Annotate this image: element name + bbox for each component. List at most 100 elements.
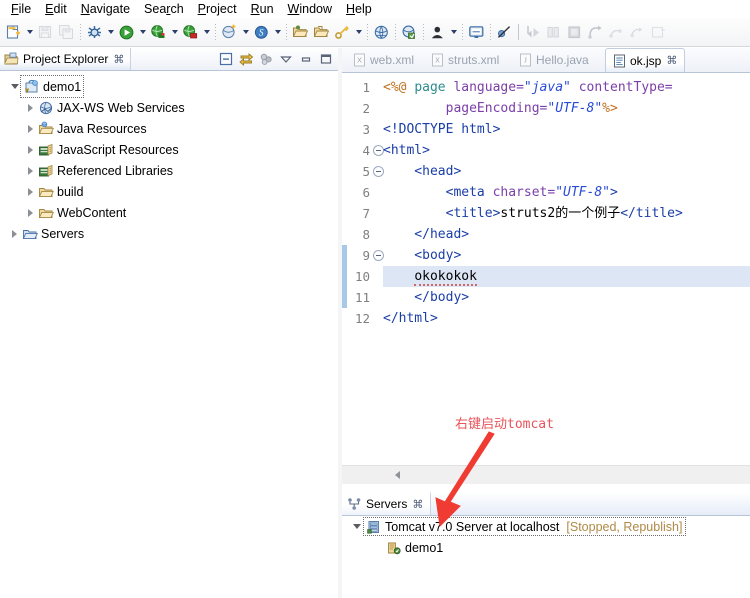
expand-arrow-right-icon[interactable] (24, 118, 37, 139)
view-menu-button[interactable] (256, 49, 276, 69)
tab-project-explorer[interactable]: Project Explorer ⌘ (0, 48, 132, 70)
code-line[interactable]: </html> (383, 308, 750, 329)
skip-breakpoints-button[interactable] (494, 21, 515, 44)
code-token: struts2的一个例子 (500, 206, 621, 221)
close-icon[interactable]: ⌘ (113, 53, 124, 66)
server-node-content: demo1 (385, 537, 443, 558)
server-status-badge: [Stopped, Republish] (566, 519, 683, 534)
expand-arrow-right-icon[interactable] (24, 160, 37, 181)
editor-tab-web-xml[interactable]: Xweb.xml (346, 48, 424, 72)
server-row-demo1[interactable]: demo1 (342, 537, 750, 558)
open-type-button[interactable] (290, 21, 311, 44)
expand-arrow-right-icon[interactable] (24, 139, 37, 160)
code-line[interactable]: <meta charset="UTF-8"> (383, 182, 750, 203)
new-key-dropdown-arrow-icon[interactable] (353, 21, 364, 44)
expand-arrow-down-icon[interactable] (350, 516, 363, 537)
code-token: "java" (523, 80, 571, 95)
new-java-class-dropdown-arrow-icon[interactable] (240, 21, 251, 44)
menu-edit[interactable]: Edit (38, 0, 74, 18)
separator-3 (283, 21, 290, 44)
link-with-editor-button[interactable] (236, 49, 256, 69)
run-external-tools-button[interactable] (148, 21, 169, 44)
code-line[interactable]: <%@ page language="java" contentType= (383, 77, 750, 98)
tree-item-javascript-resources[interactable]: JavaScript Resources (0, 139, 338, 160)
new-wizard-button[interactable] (3, 21, 24, 44)
run-dropdown-arrow-icon[interactable] (137, 21, 148, 44)
tree-item-java-resources[interactable]: Java Resources (0, 118, 338, 139)
expand-arrow-right-icon[interactable] (24, 181, 37, 202)
expand-arrow-right-icon[interactable] (24, 97, 37, 118)
new-key-button[interactable] (332, 21, 353, 44)
menu-run[interactable]: Run (244, 0, 281, 18)
editor-tab-label: struts.xml (448, 53, 500, 67)
menu-search[interactable]: Search (137, 0, 191, 18)
step-return-button (585, 21, 606, 44)
search-button[interactable] (399, 21, 420, 44)
maximize-button[interactable] (316, 49, 336, 69)
globe-icon (373, 24, 390, 41)
line-number: 6 (362, 185, 370, 200)
menu-help[interactable]: Help (339, 0, 379, 18)
tree-item-jax-ws-web-services[interactable]: JAX-WS Web Services (0, 97, 338, 118)
tree-item-demo1[interactable]: ! demo1 (0, 75, 338, 98)
code-line[interactable]: okokokok (383, 266, 750, 287)
profile-dropdown-arrow-icon[interactable] (201, 21, 212, 44)
node-content: JAX-WS Web Services (37, 97, 185, 118)
tree-item-webcontent[interactable]: WebContent (0, 202, 338, 223)
close-icon[interactable]: ⌘ (666, 54, 677, 67)
editor-tab-hello-java[interactable]: J Hello.java (512, 48, 605, 72)
code-line[interactable]: <body> (383, 245, 750, 266)
project-explorer-panel: Project Explorer ⌘ ! demo1 JAX-WS Web Se… (0, 48, 338, 598)
console-icon (468, 24, 485, 41)
web-browser-button[interactable] (371, 21, 392, 44)
run-external-tools-dropdown-arrow-icon[interactable] (169, 21, 180, 44)
expand-arrow-right-icon[interactable] (24, 202, 37, 223)
tab-servers[interactable]: Servers ⌘ (342, 492, 432, 515)
menu-navigate[interactable]: Navigate (74, 0, 137, 18)
open-resource-button[interactable] (311, 21, 332, 44)
code-editor[interactable]: 1 2 3 4 5 6 7 8 9 10 11 12 <%@ page language="java"… (342, 73, 750, 465)
code-line[interactable]: </body> (383, 287, 750, 308)
code-line[interactable]: <html> (383, 140, 750, 161)
code-line[interactable]: <title>struts2的一个例子</title> (383, 203, 750, 224)
menu-project[interactable]: Project (191, 0, 244, 18)
editor-tab-ok-jsp[interactable]: ok.jsp ⌘ (605, 48, 685, 72)
code-line[interactable]: <!DOCTYPE html> (383, 119, 750, 140)
debug-dropdown-arrow-icon[interactable] (105, 21, 116, 44)
scroll-left-arrow-icon[interactable] (391, 469, 403, 481)
expand-arrow-right-icon[interactable] (8, 223, 21, 244)
menu-window[interactable]: Window (281, 0, 339, 18)
editor-horizontal-scrollbar[interactable] (342, 465, 750, 484)
user-dropdown-arrow-icon[interactable] (448, 21, 459, 44)
editor-tab-struts-xml[interactable]: Xstruts.xml (424, 48, 512, 72)
run-button[interactable] (116, 21, 137, 44)
jaxws-icon (37, 97, 54, 118)
server-row-tomcat-v7-0-server-at-localhost[interactable]: Tomcat v7.0 Server at localhost [Stopped,… (342, 516, 750, 537)
tree-item-servers[interactable]: Servers (0, 223, 338, 244)
new-java-class-button[interactable] (219, 21, 240, 44)
code-token: </body> (383, 290, 470, 305)
view-menu-chevron-button[interactable] (276, 49, 296, 69)
code-text[interactable]: <%@ page language="java" contentType= pa… (383, 73, 750, 465)
debug-button[interactable] (84, 21, 105, 44)
tree-item-build[interactable]: build (0, 181, 338, 202)
minimize-button[interactable] (296, 49, 316, 69)
code-line[interactable]: </head> (383, 224, 750, 245)
code-token: page (414, 80, 446, 95)
code-line[interactable]: pageEncoding="UTF-8"%> (383, 98, 750, 119)
tree-item-label: build (57, 184, 84, 199)
servers-panel: Servers ⌘ Tomcat v7.0 Server at localhos… (342, 492, 750, 598)
new-wizard-dropdown-arrow-icon[interactable] (24, 21, 35, 44)
profile-button[interactable] (180, 21, 201, 44)
code-line[interactable]: <head> (383, 161, 750, 182)
line-number: 10 (354, 269, 370, 284)
new-spring-bean-button[interactable]: S (251, 21, 272, 44)
collapse-all-button[interactable] (216, 49, 236, 69)
console-button[interactable] (466, 21, 487, 44)
tree-item-referenced-libraries[interactable]: Referenced Libraries (0, 160, 338, 181)
code-token: </title> (620, 206, 683, 221)
new-spring-bean-dropdown-arrow-icon[interactable] (272, 21, 283, 44)
menu-file[interactable]: File (4, 0, 38, 18)
user-button[interactable] (427, 21, 448, 44)
